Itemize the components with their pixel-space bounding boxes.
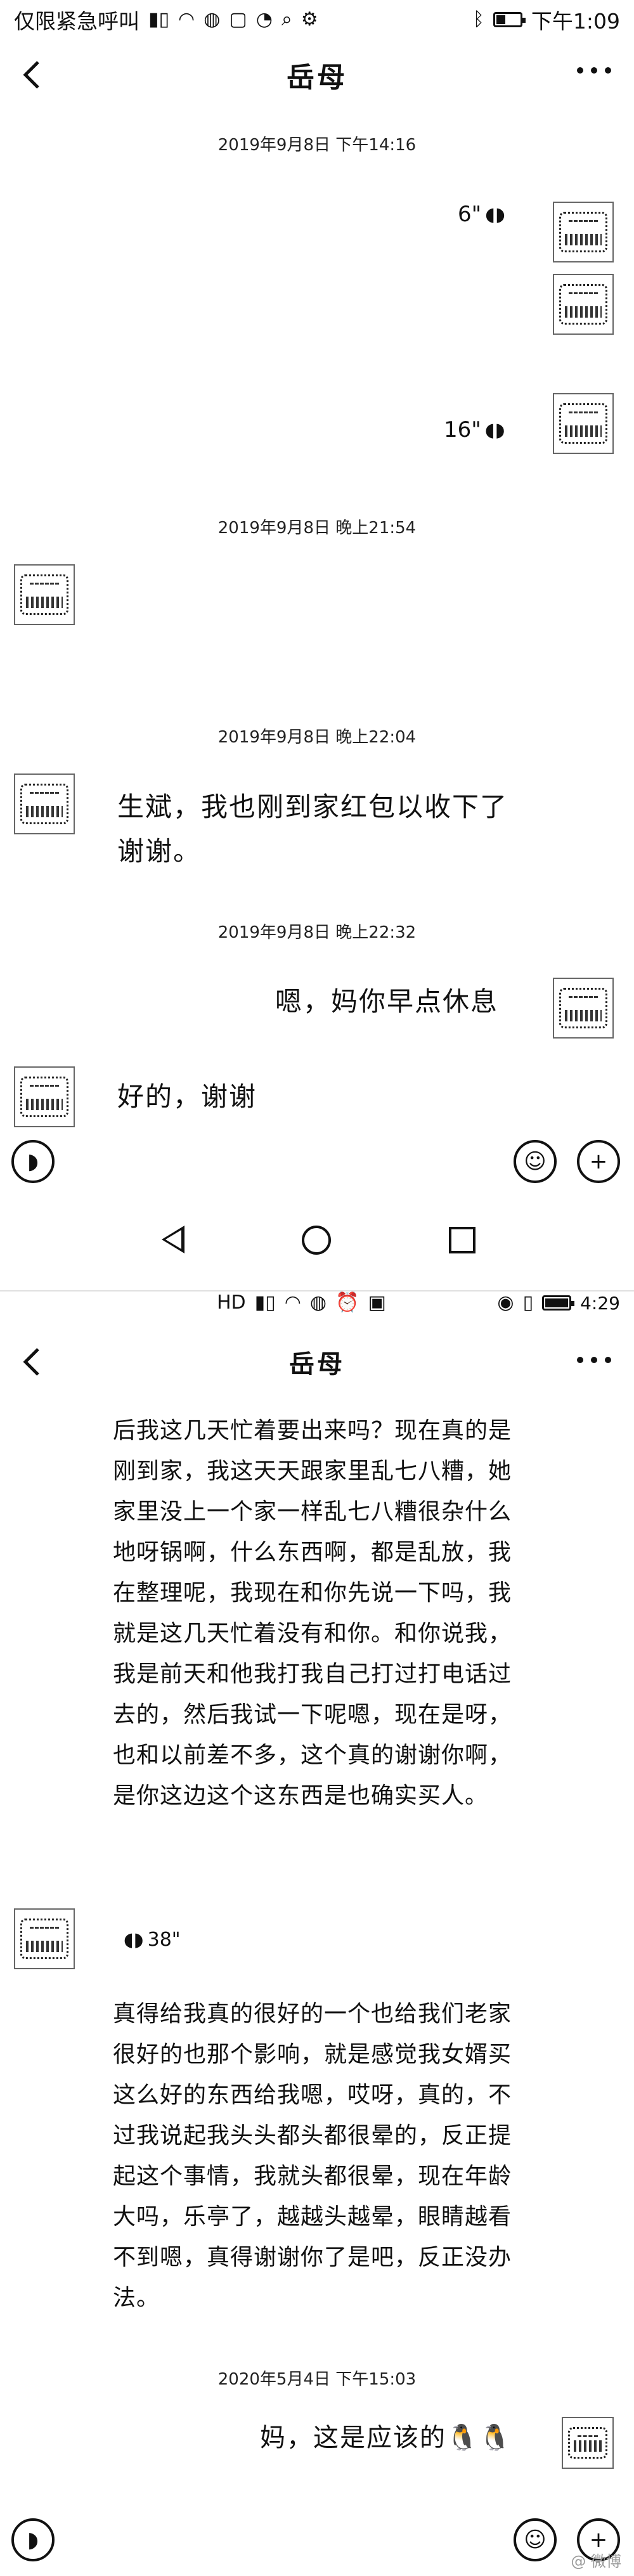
settings-icon: ⚙ (301, 8, 318, 30)
more-options-button[interactable] (577, 1357, 611, 1363)
voice-message-in[interactable]: ◖◗ 38" (124, 1929, 181, 1951)
signal-icon: ▮▯ (148, 8, 170, 30)
system-nav-bar (0, 1201, 634, 1278)
battery-icon (542, 1295, 575, 1311)
timestamp: 2020年5月4日 下午15:03 (217, 2370, 417, 2389)
clock: 4:29 (580, 1292, 620, 1314)
avatar-contact[interactable] (14, 564, 75, 625)
signal-icon: ▮▯ (254, 1291, 276, 1314)
emoji-icon[interactable]: ☺ (514, 1140, 557, 1183)
emoji-icon[interactable]: ☺ (514, 2518, 557, 2561)
voice-wave-icon: ◖◗ (484, 418, 505, 441)
timestamp: 2019年9月8日 晚上21:54 (217, 519, 417, 538)
message-bubble-out: 妈，这是应该的🐧🐧 (260, 2416, 539, 2460)
voice-duration: 38" (147, 1929, 181, 1951)
transcribed-message-in: 后我这几天忙着要出来吗？现在真的是刚到家，我这天天跟家里乱七八糟，她家里没上一个… (113, 1418, 512, 1809)
avatar-contact[interactable] (14, 1066, 75, 1127)
add-icon[interactable]: + (577, 1140, 620, 1183)
input-bar: ◗ ☺ + (0, 1129, 634, 1198)
alarm-icon: ⏰ (335, 1291, 359, 1314)
avatar-contact[interactable] (14, 1908, 75, 1969)
voice-wave-icon: ◖◗ (124, 1929, 144, 1951)
weibo-watermark: @ 微博 (571, 2553, 621, 2570)
voice-duration: 6" (458, 202, 482, 227)
back-button[interactable] (18, 57, 46, 93)
message-icon: ◔ (256, 8, 273, 30)
voice-wave-icon: ◖◗ (485, 203, 505, 226)
wifi-icon: ◠ (178, 8, 195, 30)
timestamp: 2019年9月8日 晚上22:32 (217, 923, 417, 942)
vibrate-icon: ▯ (522, 1291, 534, 1314)
bluetooth-icon: ᛒ (472, 8, 484, 30)
timestamp: 2019年9月8日 晚上22:04 (217, 728, 417, 747)
transcribed-message-in: 真得给我真的很好的一个也给我们老家很好的也那个影响，就是感觉我女婿买这么好的东西… (113, 2001, 512, 2311)
voice-input-icon[interactable]: ◗ (11, 2518, 55, 2561)
message-bubble-out: 嗯，妈你早点休息 (275, 986, 499, 1017)
emoji-sticker: 🐧🐧 (446, 2423, 512, 2452)
battery-icon (493, 12, 526, 27)
avatar-self[interactable] (553, 202, 614, 262)
voice-input-icon[interactable]: ◗ (11, 1140, 55, 1183)
wifi-icon: ◠ (284, 1291, 301, 1314)
avatar-self[interactable] (562, 2417, 614, 2469)
avatar-contact[interactable] (14, 773, 75, 834)
status-bar: HD ▮▯ ◠ ◍ ⏰ ▣ ◉ ▯ 4:29 (0, 1283, 634, 1323)
chat-title: 岳母 (289, 1350, 345, 1379)
chat-title: 岳母 (287, 61, 347, 94)
eye-icon: ◉ (497, 1291, 514, 1314)
chat-header: 岳母 (0, 1330, 634, 1394)
message-bubble-in: 生斌，我也刚到家红包以收下了谢谢。 (117, 791, 508, 867)
message-bubble-in: 好的，谢谢 (117, 1081, 257, 1112)
home-nav-icon[interactable] (302, 1226, 331, 1255)
avatar-self[interactable] (553, 393, 614, 454)
clock: 下午1:09 (531, 9, 620, 34)
hd-icon: HD (217, 1291, 246, 1314)
nfc-icon: ▣ (368, 1291, 386, 1314)
wechat-icon: ◍ (309, 1291, 327, 1314)
voice-message-out[interactable]: 16" ◖◗ (444, 417, 505, 443)
voice-duration: 16" (444, 417, 481, 443)
avatar-self[interactable] (553, 978, 614, 1039)
back-nav-icon[interactable] (162, 1226, 184, 1253)
square-icon: ▢ (229, 8, 247, 30)
more-options-button[interactable] (577, 67, 611, 74)
wechat-icon: ◍ (204, 8, 221, 30)
voice-message-out[interactable]: 6" ◖◗ (458, 202, 505, 227)
search-icon: ⌕ (281, 8, 292, 30)
status-bar: 仅限紧急呼叫 ▮▯ ◠ ◍ ▢ ◔ ⌕ ⚙ ᛒ 下午1:09 (0, 0, 634, 39)
carrier-text: 仅限紧急呼叫 (14, 9, 139, 34)
back-button[interactable] (18, 1344, 46, 1380)
message-text: 妈，这是应该的 (260, 2423, 446, 2452)
input-bar: ◗ ☺ + (0, 2504, 634, 2574)
recents-nav-icon[interactable] (449, 1227, 476, 1253)
timestamp: 2019年9月8日 下午14:16 (217, 136, 417, 155)
chat-header: 岳母 (0, 39, 634, 110)
avatar-self[interactable] (553, 274, 614, 335)
